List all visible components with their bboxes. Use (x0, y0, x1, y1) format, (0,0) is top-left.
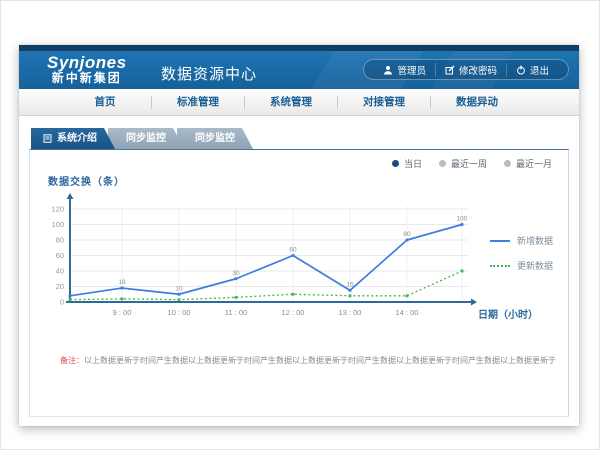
line-chart: 0 20 40 60 80 100 120 9 : 00 10 : 00 11 : 00 12 : … (42, 184, 512, 324)
app-window: Synjones 新中新集团 数据资源中心 管理员 修改密码 退出 (19, 45, 579, 426)
document-icon (43, 134, 52, 143)
logout-button[interactable]: 退出 (506, 63, 558, 77)
radio-dot-icon (504, 160, 511, 167)
legend-label: 更新数据 (517, 259, 553, 272)
svg-text:0: 0 (60, 298, 64, 307)
logo-subtext: 新中新集团 (47, 72, 127, 85)
main-nav: 首页 标准管理 系统管理 对接管理 数据异动 (19, 89, 579, 116)
change-password-button[interactable]: 修改密码 (435, 63, 506, 77)
radio-dot-icon (439, 160, 446, 167)
app-header: Synjones 新中新集团 数据资源中心 管理员 修改密码 退出 (19, 51, 579, 89)
user-label: 管理员 (397, 63, 426, 77)
chart-panel: 当日 最近一周 最近一月 数据交换（条） 0204060801001209 : … (29, 149, 569, 417)
filter-label: 最近一月 (516, 157, 552, 170)
legend-item-updated-data[interactable]: 更新数据 (490, 259, 553, 272)
tab-label: 系统介绍 (57, 128, 97, 149)
filter-last-week[interactable]: 最近一周 (439, 157, 487, 170)
svg-text:9 : 00: 9 : 00 (113, 308, 132, 317)
edit-icon (445, 65, 455, 75)
nav-item-system-mgmt[interactable]: 系统管理 (245, 89, 337, 115)
svg-text:18: 18 (118, 279, 126, 286)
svg-text:10: 10 (175, 285, 183, 292)
svg-text:100: 100 (457, 216, 468, 223)
nav-item-data-change[interactable]: 数据异动 (431, 89, 523, 115)
radio-dot-icon (392, 160, 399, 167)
svg-text:13 : 00: 13 : 00 (339, 308, 362, 317)
svg-text:12 : 00: 12 : 00 (282, 308, 305, 317)
logo-text: Synjones (47, 54, 127, 72)
chart-legend: 新增数据 更新数据 (490, 234, 553, 284)
svg-text:60: 60 (289, 247, 297, 254)
change-password-label: 修改密码 (459, 63, 497, 77)
green-dotted-line-icon (490, 265, 510, 267)
user-actions-bar: 管理员 修改密码 退出 (363, 59, 569, 80)
svg-text:14 : 00: 14 : 00 (396, 308, 419, 317)
admin-user-button[interactable]: 管理员 (374, 63, 435, 77)
tab-system-intro[interactable]: 系统介绍 (31, 128, 115, 149)
blue-line-icon (490, 240, 510, 242)
svg-text:120: 120 (51, 205, 64, 214)
tab-sync-monitor-1[interactable]: 同步监控 (108, 128, 184, 149)
filter-label: 当日 (404, 157, 422, 170)
footnote-text: 以上数据更新于时间产生数据以上数据更新于时间产生数据以上数据更新于时间产生数据以… (84, 356, 556, 365)
svg-text:10 : 00: 10 : 00 (168, 308, 191, 317)
svg-text:30: 30 (232, 270, 240, 277)
tab-sync-monitor-2[interactable]: 同步监控 (177, 128, 253, 149)
legend-label: 新增数据 (517, 234, 553, 247)
page: Synjones 新中新集团 数据资源中心 管理员 修改密码 退出 (0, 0, 600, 450)
user-icon (383, 65, 393, 75)
nav-item-home[interactable]: 首页 (59, 89, 151, 115)
footnote-prefix: 备注： (60, 356, 84, 365)
content-area: 系统介绍 同步监控 同步监控 当日 最近一周 (19, 116, 579, 425)
svg-text:40: 40 (56, 267, 64, 276)
filter-last-month[interactable]: 最近一月 (504, 157, 552, 170)
svg-text:20: 20 (56, 282, 64, 291)
svg-text:15: 15 (346, 281, 354, 288)
nav-item-standard-mgmt[interactable]: 标准管理 (152, 89, 244, 115)
legend-item-new-data[interactable]: 新增数据 (490, 234, 553, 247)
footnote: 备注：以上数据更新于时间产生数据以上数据更新于时间产生数据以上数据更新于时间产生… (60, 355, 556, 366)
logout-label: 退出 (530, 63, 549, 77)
company-logo: Synjones 新中新集团 (47, 54, 127, 84)
logout-icon (516, 65, 526, 75)
range-filters: 当日 最近一周 最近一月 (392, 157, 552, 170)
svg-text:11 : 00: 11 : 00 (225, 308, 247, 317)
x-axis-title: 日期（小时） (478, 306, 538, 321)
filter-today[interactable]: 当日 (392, 157, 422, 170)
filter-label: 最近一周 (451, 157, 487, 170)
svg-text:100: 100 (51, 220, 64, 229)
nav-item-interface-mgmt[interactable]: 对接管理 (338, 89, 430, 115)
svg-text:60: 60 (56, 251, 64, 260)
svg-text:80: 80 (403, 231, 411, 238)
svg-text:80: 80 (56, 236, 64, 245)
tab-bar: 系统介绍 同步监控 同步监控 (31, 128, 253, 149)
page-title: 数据资源中心 (161, 63, 257, 84)
